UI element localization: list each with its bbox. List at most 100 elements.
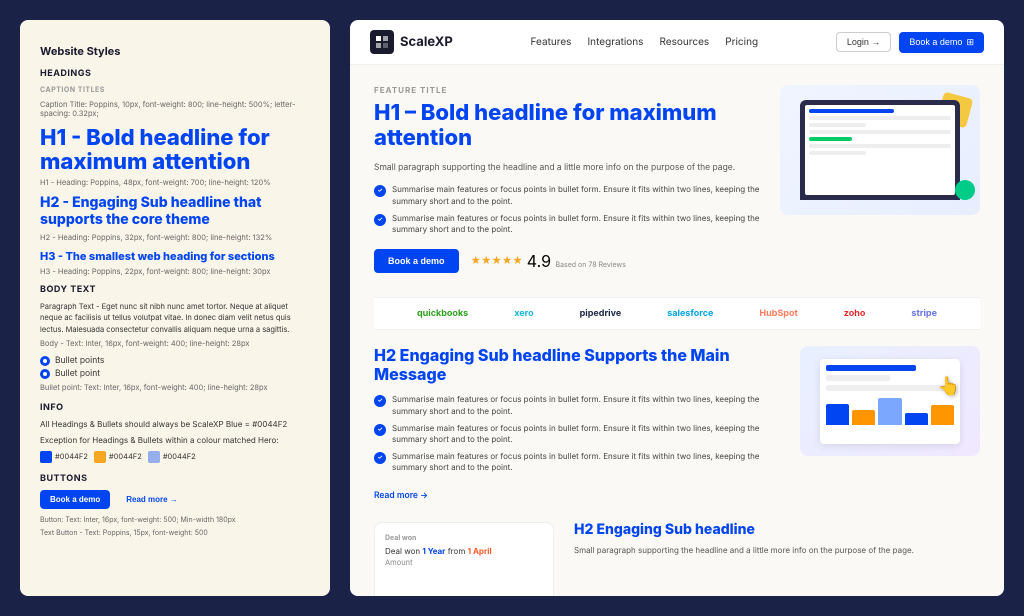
- h2-bullet-1: Summarise main features or focus points …: [374, 394, 780, 416]
- h2-bullet-dot-2: [374, 424, 386, 436]
- logos-bar: quickbooks xero pipedrive salesforce Hub…: [374, 297, 980, 330]
- crm-amount: Amount: [385, 558, 543, 567]
- rating-stars: ★★★★★: [471, 255, 523, 267]
- feature-tag: FEATURE TITLE: [374, 85, 760, 95]
- h2-bullet-text-3: Summarise main features or focus points …: [392, 451, 780, 473]
- logo: ScaleXP: [370, 30, 453, 54]
- read-more-link[interactable]: Read more →: [374, 491, 428, 501]
- h2-style-sample: H2 - Engaging Sub headline that supports…: [40, 195, 310, 229]
- nav-pricing[interactable]: Pricing: [725, 36, 758, 48]
- nav-features[interactable]: Features: [531, 36, 572, 48]
- screen-line-3: [809, 123, 866, 127]
- caption-titles-label: CAPTION TITLES: [40, 85, 310, 94]
- h2-bullet-dot-3: [374, 452, 386, 464]
- body-meta: Body - Text: Inter, 16px, font-weight: 4…: [40, 339, 310, 348]
- logo-icon: [370, 30, 394, 54]
- h1-meta: H1 - Heading: Poppins, 48px, font-weight…: [40, 178, 310, 187]
- h1-style-sample: H1 - Bold headline for maximum attention: [40, 126, 310, 174]
- h3-style-sample: H3 - The smallest web heading for sectio…: [40, 250, 310, 263]
- dash-row-2: [826, 375, 890, 381]
- left-panel: Website Styles Headings CAPTION TITLES C…: [20, 20, 330, 596]
- laptop-screen: [805, 105, 955, 195]
- info-text: All Headings & Bullets should always be …: [40, 419, 310, 429]
- button-meta-1: Button: Text: Inter, 16px, font-weight: …: [40, 515, 310, 524]
- hero-actions: Book a demo ★★★★★ 4.9 Based on 78 Review…: [374, 249, 760, 273]
- swatch-box-1: [40, 451, 52, 463]
- dash-bar-group: [826, 395, 954, 425]
- hero-bullet-text-1: Summarise main features or focus points …: [392, 184, 760, 206]
- rating-info: 4.9 Based on 78 Reviews: [527, 251, 626, 271]
- logo-svg: [374, 34, 390, 50]
- hero-cta-button[interactable]: Book a demo: [374, 249, 459, 273]
- screen-line-5: [809, 137, 852, 141]
- secondary-button-sample[interactable]: Read more →: [126, 495, 178, 504]
- color-swatches: #0044F2 #0044F2 #0044F2: [40, 451, 310, 463]
- dash-bar-4: [905, 413, 928, 425]
- swatch-label-1: #0044F2: [55, 452, 88, 461]
- bullet-item-2: Bullet point: [40, 369, 310, 379]
- hero-bullet-2: Summarise main features or focus points …: [374, 213, 760, 235]
- shape-green: [955, 180, 975, 200]
- logo-pipedrive: pipedrive: [580, 308, 622, 319]
- hero-bullets: Summarise main features or focus points …: [374, 184, 760, 235]
- hero-bullet-dot-2: [374, 214, 386, 226]
- bullet-dot-1: [40, 356, 50, 366]
- screen-line-7: [809, 151, 866, 155]
- hero-image: [780, 85, 980, 215]
- logo-text: ScaleXP: [400, 34, 453, 50]
- body-text-sample: Paragraph Text - Eget nunc sit nibh nunc…: [40, 301, 310, 335]
- primary-button-sample[interactable]: Book a demo: [40, 490, 110, 509]
- demo-button-label: Book a demo: [909, 37, 962, 47]
- rating-score: 4.9: [527, 251, 551, 271]
- swatch-label-3: #0044F2: [163, 452, 196, 461]
- bottom-section: Deal won Deal won 1 Year from 1 April Am…: [374, 522, 980, 596]
- headings-label: Headings: [40, 68, 310, 79]
- h2-bullet-2: Summarise main features or focus points …: [374, 423, 780, 445]
- hero-image-placeholder: [780, 85, 980, 215]
- screen-line-6: [809, 144, 951, 148]
- h2-dashboard-image: 👆: [800, 346, 980, 456]
- hero-heading: H1 – Bold headline for maximum attention: [374, 101, 760, 152]
- hero-bullet-text-2: Summarise main features or focus points …: [392, 213, 760, 235]
- swatch-3: #0044F2: [148, 451, 196, 463]
- screen-line-2: [809, 116, 951, 120]
- nav-links: Features Integrations Resources Pricing: [473, 36, 816, 48]
- navbar: ScaleXP Features Integrations Resources …: [350, 20, 1004, 65]
- crm-label: Deal won: [385, 533, 543, 542]
- swatch-box-2: [94, 451, 106, 463]
- content-area: FEATURE TITLE H1 – Bold headline for max…: [350, 65, 1004, 596]
- h2-heading: H2 Engaging Sub headline Supports the Ma…: [374, 346, 780, 384]
- bullet-item-1: Bullet points: [40, 356, 310, 366]
- login-button[interactable]: Login →: [836, 32, 892, 52]
- h2-bullet-3: Summarise main features or focus points …: [374, 451, 780, 473]
- dash-bar-3: [878, 398, 901, 425]
- h2-bullet-text-2: Summarise main features or focus points …: [392, 423, 780, 445]
- h2-text: H2 Engaging Sub headline Supports the Ma…: [374, 346, 780, 502]
- nav-integrations[interactable]: Integrations: [587, 36, 643, 48]
- bullet-label-1: Bullet points: [55, 356, 104, 366]
- laptop-shape: [800, 100, 960, 200]
- crm-deal-highlight: 1 Year: [422, 546, 445, 556]
- crm-card: Deal won Deal won 1 Year from 1 April Am…: [374, 522, 554, 596]
- h2-section: H2 Engaging Sub headline Supports the Ma…: [374, 346, 980, 502]
- hero-bullet-dot-1: [374, 185, 386, 197]
- bottom-h2-heading: H2 Engaging Sub headline: [574, 522, 980, 539]
- h2-bullet-dot-1: [374, 395, 386, 407]
- logo-xero: xero: [514, 308, 533, 319]
- demo-button[interactable]: Book a demo ⊞: [899, 32, 984, 53]
- bullet-label-2: Bullet point: [55, 369, 100, 379]
- logo-quickbooks: quickbooks: [417, 308, 468, 319]
- buttons-label: Buttons: [40, 473, 310, 484]
- info-label: Info: [40, 402, 310, 413]
- exception-text: Exception for Headings & Bullets within …: [40, 435, 310, 445]
- dash-bar-1: [826, 404, 849, 425]
- hero-text: FEATURE TITLE H1 – Bold headline for max…: [374, 85, 760, 273]
- nav-resources[interactable]: Resources: [659, 36, 709, 48]
- screen-content: [805, 105, 955, 162]
- dash-row-1: [826, 365, 916, 371]
- rating-text: Based on 78 Reviews: [555, 260, 625, 269]
- swatch-1: #0044F2: [40, 451, 88, 463]
- body-text-label: Body Text: [40, 284, 310, 295]
- crm-deal-date: 1 April: [468, 546, 492, 556]
- hero-rating: ★★★★★ 4.9 Based on 78 Reviews: [471, 251, 626, 271]
